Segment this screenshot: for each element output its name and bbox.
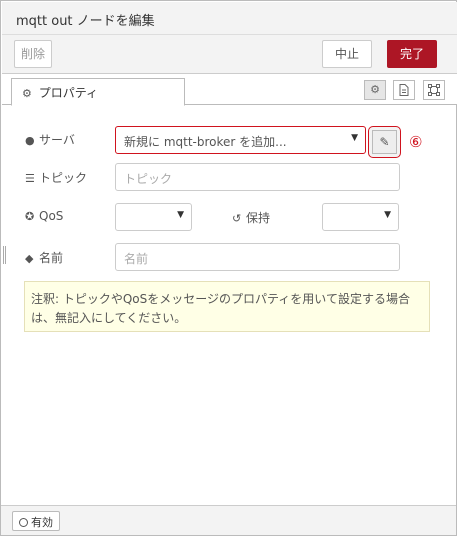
name-placeholder: 名前	[124, 252, 149, 266]
topic-input[interactable]: トピック	[115, 163, 400, 191]
pencil-icon: ✎	[372, 130, 397, 154]
tab-properties[interactable]: ⚙ プロパティ	[11, 78, 185, 106]
dialog-toolbar: 削除 中止 完了	[2, 35, 457, 74]
done-button[interactable]: 完了	[387, 40, 437, 68]
enabled-label: 有効	[31, 516, 53, 529]
description-tab-icon[interactable]	[393, 80, 415, 100]
retain-select[interactable]: ▼	[322, 203, 399, 231]
settings-tab-icon[interactable]: ⚙	[364, 80, 386, 100]
qos-label: ✪ QoS	[25, 209, 64, 223]
chevron-down-icon: ▼	[384, 210, 391, 220]
history-icon: ↺	[232, 212, 242, 225]
tab-properties-label: プロパティ	[38, 86, 98, 100]
tip-box: 注釈: トピックやQoSをメッセージのプロパティを用いて設定する場合は、無記入に…	[24, 281, 430, 332]
gear-icon: ⚙	[22, 87, 32, 100]
delete-button[interactable]: 削除	[14, 40, 52, 68]
annotation-marker: ⑥	[409, 133, 423, 151]
tasks-icon: ☰	[25, 172, 35, 185]
tip-text: 注釈: トピックやQoSをメッセージのプロパティを用いて設定する場合は、無記入に…	[31, 292, 410, 325]
frame-icon	[428, 84, 440, 96]
tab-bar: ⚙ プロパティ ⚙	[2, 74, 457, 106]
server-select[interactable]: 新規に mqtt-broker を追加... ▼	[115, 126, 366, 154]
topic-label: ☰ トピック	[25, 171, 88, 185]
name-input[interactable]: 名前	[115, 243, 400, 271]
document-icon	[399, 84, 409, 96]
name-label: ◆ 名前	[25, 251, 64, 265]
topic-placeholder: トピック	[124, 172, 173, 186]
appearance-tab-icon[interactable]	[423, 80, 445, 100]
chevron-down-icon: ▼	[177, 210, 184, 220]
qos-select[interactable]: ▼	[115, 203, 192, 231]
circle-icon	[19, 518, 28, 527]
dialog-footer: 有効	[1, 505, 456, 535]
tag-icon: ◆	[25, 252, 34, 265]
dialog-title: mqtt out ノードを編集	[16, 14, 155, 29]
globe-icon: ●	[25, 134, 35, 147]
dialog-titlebar: mqtt out ノードを編集	[2, 2, 457, 35]
enabled-toggle[interactable]: 有効	[12, 511, 60, 531]
server-select-value: 新規に mqtt-broker を追加...	[124, 135, 287, 149]
edit-server-button[interactable]: ✎	[368, 126, 401, 158]
server-label: ● サーバ	[25, 133, 75, 147]
retain-label: ↺ 保持	[232, 211, 271, 225]
resize-handle[interactable]	[3, 246, 6, 264]
empire-icon: ✪	[25, 210, 35, 223]
chevron-down-icon: ▼	[351, 133, 358, 143]
cancel-button[interactable]: 中止	[322, 40, 372, 68]
